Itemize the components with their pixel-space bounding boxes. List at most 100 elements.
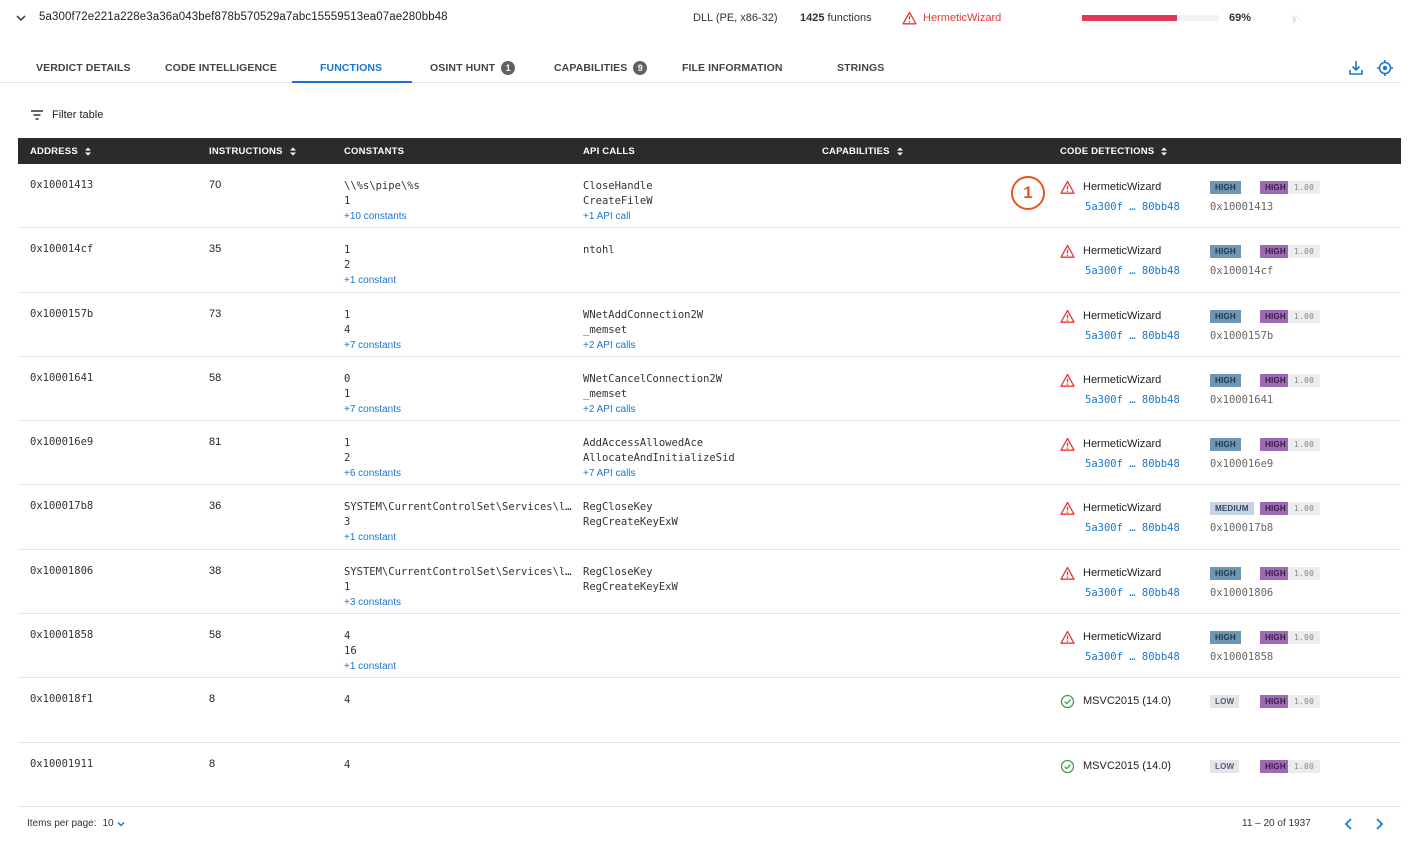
tab-label: CODE INTELLIGENCE: [165, 61, 277, 74]
table-row[interactable]: 0x10001911 8 4 MSVC2015 (14.0) LOW HIGH 1.00: [18, 743, 1401, 807]
table-row[interactable]: 0x10001858 58 4 16 +1 constant HermeticWizard…: [18, 614, 1401, 679]
tab-functions[interactable]: FUNCTIONS: [320, 52, 382, 83]
detection-sample-link[interactable]: 5a300f … 80bb48: [1085, 265, 1180, 277]
chevron-left-icon[interactable]: [1340, 815, 1358, 833]
function-address[interactable]: 0x10001641: [30, 372, 93, 384]
detection-sample-link[interactable]: 5a300f … 80bb48: [1085, 651, 1180, 663]
score-badge: 1.00: [1288, 181, 1321, 194]
function-address[interactable]: 0x100014cf: [30, 243, 93, 255]
function-address[interactable]: 0x1000157b: [30, 308, 93, 320]
tab-label: STRINGS: [837, 61, 885, 74]
more-constants-link[interactable]: +1 constant: [344, 273, 396, 288]
chevron-right-icon[interactable]: [1370, 815, 1388, 833]
more-constants-link[interactable]: +7 constants: [344, 338, 401, 353]
api-call-name: AllocateAndInitializeSid: [583, 452, 735, 465]
more-api-calls-link[interactable]: +7 API calls: [583, 466, 735, 481]
tab-code-intelligence[interactable]: CODE INTELLIGENCE: [165, 52, 277, 83]
column-label: CODE DETECTIONS: [1060, 145, 1155, 157]
function-address[interactable]: 0x10001413: [30, 179, 93, 191]
more-constants-link[interactable]: +10 constants: [344, 209, 420, 224]
detection-address: 0x1000157b: [1210, 329, 1274, 342]
warning-triangle-icon: [1060, 245, 1075, 259]
column-header-instructions[interactable]: INSTRUCTIONS: [209, 138, 297, 164]
tab-osint-hunt[interactable]: OSINT HUNT 1: [430, 52, 516, 83]
constants-cell: 1 4 +7 constants: [344, 308, 401, 353]
constant-value: 4: [344, 323, 351, 336]
column-header-code-detections[interactable]: CODE DETECTIONS: [1060, 138, 1168, 164]
instruction-count: 36: [209, 500, 222, 513]
function-address[interactable]: 0x100016e9: [30, 436, 93, 448]
tab-label: CAPABILITIES: [554, 61, 628, 74]
detection-address: 0x10001806: [1210, 586, 1274, 599]
score-badge: 1.00: [1288, 631, 1321, 645]
table-row[interactable]: 0x10001413 70 \\%s\pipe\%s 1 +10 constants Cl…: [18, 164, 1401, 229]
more-api-calls-link[interactable]: +2 API calls: [583, 402, 722, 417]
instruction-count: 81: [209, 436, 222, 449]
detection-sample-link[interactable]: 5a300f … 80bb48: [1085, 587, 1180, 599]
more-constants-link[interactable]: +7 constants: [344, 402, 401, 417]
detection-address: 0x10001858: [1210, 651, 1274, 664]
detection-sample-link[interactable]: 5a300f … 80bb48: [1085, 330, 1180, 342]
constant-value: 4: [344, 758, 351, 771]
more-api-calls-link[interactable]: +1 API call: [583, 209, 653, 224]
function-address[interactable]: 0x100018f1: [30, 693, 93, 705]
chevron-down-icon[interactable]: [14, 11, 28, 25]
detection-address: 0x10001641: [1210, 393, 1274, 406]
threat-label[interactable]: HermeticWizard: [902, 11, 1001, 25]
severity-badge: LOW: [1210, 759, 1240, 773]
more-api-calls-link[interactable]: +2 API calls: [583, 338, 703, 353]
column-header-address[interactable]: ADDRESS: [30, 138, 92, 164]
more-constants-link[interactable]: +3 constants: [344, 595, 572, 610]
download-icon[interactable]: [1347, 59, 1365, 77]
tab-strings[interactable]: STRINGS: [837, 52, 884, 83]
table-row[interactable]: 0x100016e9 81 1 2 +6 constants AddAccessAllow…: [18, 421, 1401, 486]
detection-sample-link[interactable]: 5a300f … 80bb48: [1085, 522, 1180, 534]
detection-sample-link[interactable]: 5a300f … 80bb48: [1085, 458, 1180, 470]
function-address[interactable]: 0x10001806: [30, 565, 93, 577]
constant-value: 1: [344, 580, 351, 593]
api-call-name: _memset: [583, 323, 628, 336]
target-icon[interactable]: [1376, 59, 1394, 77]
table-row[interactable]: 0x10001641 58 0 1 +7 constants WNetCancelConn…: [18, 357, 1401, 422]
constant-value: 4: [344, 630, 351, 643]
table-header: ADDRESS INSTRUCTIONS CONSTANTS API CALLS…: [18, 138, 1401, 164]
function-address[interactable]: 0x10001911: [30, 758, 93, 770]
count-badge: 1: [501, 60, 516, 75]
detection-sample-link[interactable]: 5a300f … 80bb48: [1085, 394, 1180, 406]
confidence-badge: HIGH: [1260, 309, 1291, 323]
score-badge: 1.00: [1288, 695, 1321, 709]
detection-sample-link[interactable]: 5a300f … 80bb48: [1085, 201, 1180, 213]
detection-name: HermeticWizard: [1083, 181, 1162, 193]
more-constants-link[interactable]: +1 constant: [344, 530, 572, 545]
function-count: 1425 functions: [800, 12, 872, 24]
instruction-count: 70: [209, 179, 222, 191]
detection-name: MSVC2015 (14.0): [1083, 759, 1172, 772]
api-calls-cell: ntohl: [583, 243, 615, 258]
table-row[interactable]: 0x1000157b 73 1 4 +7 constants WNetAddConnect…: [18, 293, 1401, 357]
column-header-capabilities[interactable]: CAPABILITIES: [822, 138, 904, 164]
tab-capabilities[interactable]: CAPABILITIES 9: [554, 52, 648, 83]
filter-table-button[interactable]: Filter table: [30, 109, 103, 121]
table-row[interactable]: 0x100017b8 36 SYSTEM\CurrentControlSet\Ser…: [18, 485, 1401, 550]
function-address[interactable]: 0x100017b8: [30, 500, 93, 512]
table-row[interactable]: 0x10001806 38 SYSTEM\CurrentControlSet\Ser…: [18, 550, 1401, 615]
constants-cell: 4: [344, 693, 350, 708]
function-address[interactable]: 0x10001858: [30, 629, 93, 641]
code-detection: HermeticWizard 5a300f … 80bb48 0x10001413 H…: [1060, 179, 1400, 219]
table-row[interactable]: 0x100014cf 35 1 2 +1 constant ntohl HermeticWi…: [18, 228, 1401, 293]
score-badge: 1.00: [1288, 502, 1321, 516]
tab-file-information[interactable]: FILE INFORMATION: [682, 52, 783, 83]
detection-address: 0x100016e9: [1210, 458, 1274, 471]
constant-value: 1: [344, 195, 351, 207]
more-constants-link[interactable]: +1 constant: [344, 659, 396, 674]
severity-badge: HIGH: [1210, 631, 1241, 645]
more-constants-link[interactable]: +6 constants: [344, 466, 401, 481]
sort-icon: [289, 147, 296, 155]
warning-triangle-icon: [1060, 373, 1075, 387]
tab-verdict-details[interactable]: VERDICT DETAILS: [36, 52, 131, 83]
items-per-page-select[interactable]: 10: [102, 818, 125, 829]
items-per-page[interactable]: Items per page: 10: [27, 818, 126, 829]
table-row[interactable]: 0x100018f1 8 4 MSVC2015 (14.0) LOW HIGH 1.00: [18, 678, 1401, 743]
warning-triangle-icon: [1060, 180, 1075, 194]
instruction-count: 58: [209, 629, 222, 642]
